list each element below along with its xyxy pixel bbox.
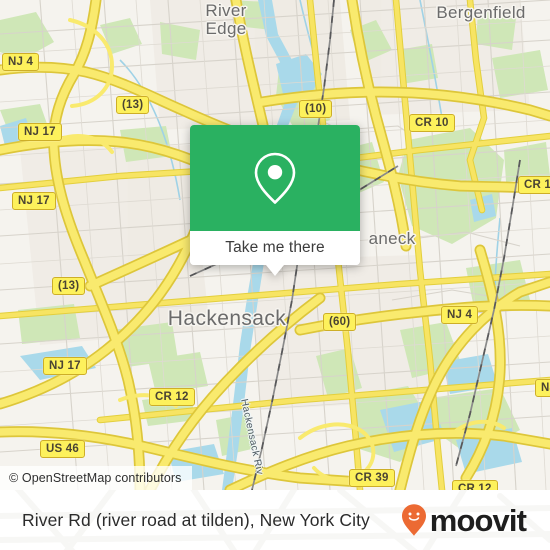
footer-bar: River Rd (river road at tilden), New Yor…	[0, 490, 550, 550]
destination-popup[interactable]: Take me there	[190, 125, 360, 276]
road-shield-nj-e[interactable]: NJ	[535, 379, 550, 397]
road-shield-nj-4-nw[interactable]: NJ 4	[2, 53, 40, 71]
road-shield-cr-39[interactable]: CR 39	[349, 469, 395, 487]
road-shield-60[interactable]: (60)	[323, 313, 357, 331]
road-shield-13-north[interactable]: (13)	[116, 96, 150, 114]
road-shield-nj-17-nw[interactable]: NJ 17	[18, 123, 62, 141]
moovit-logo[interactable]: moovit	[401, 490, 527, 550]
popup-header	[190, 125, 360, 231]
popup-pointer-tail	[266, 265, 284, 276]
osm-attribution[interactable]: © OpenStreetMap contributors	[0, 466, 192, 490]
moovit-wordmark: moovit	[429, 502, 527, 538]
road-shield-nj-17-s[interactable]: NJ 17	[43, 357, 87, 375]
popup-body: Take me there	[190, 125, 360, 265]
map-canvas[interactable]: River Edge Bergenfield Hackensack aneck …	[0, 0, 550, 490]
road-shield-cr-10-e[interactable]: CR 10	[518, 176, 550, 194]
map-pin-icon	[254, 152, 296, 204]
road-shield-nj-4-e[interactable]: NJ 4	[441, 306, 479, 324]
take-me-there-button[interactable]: Take me there	[190, 231, 360, 265]
road-shield-nj-17-w[interactable]: NJ 17	[12, 192, 56, 210]
footer-place-title: River Rd (river road at tilden), New Yor…	[22, 509, 370, 530]
road-shield-10[interactable]: (10)	[299, 100, 333, 118]
road-shield-cr-12[interactable]: CR 12	[149, 388, 195, 406]
moovit-pin-icon	[401, 504, 426, 536]
road-shield-us-46[interactable]: US 46	[40, 440, 85, 458]
road-shield-13-south[interactable]: (13)	[52, 277, 86, 295]
road-shield-cr-12-se[interactable]: CR 12	[452, 480, 498, 490]
road-shield-cr-10-n[interactable]: CR 10	[409, 114, 455, 132]
